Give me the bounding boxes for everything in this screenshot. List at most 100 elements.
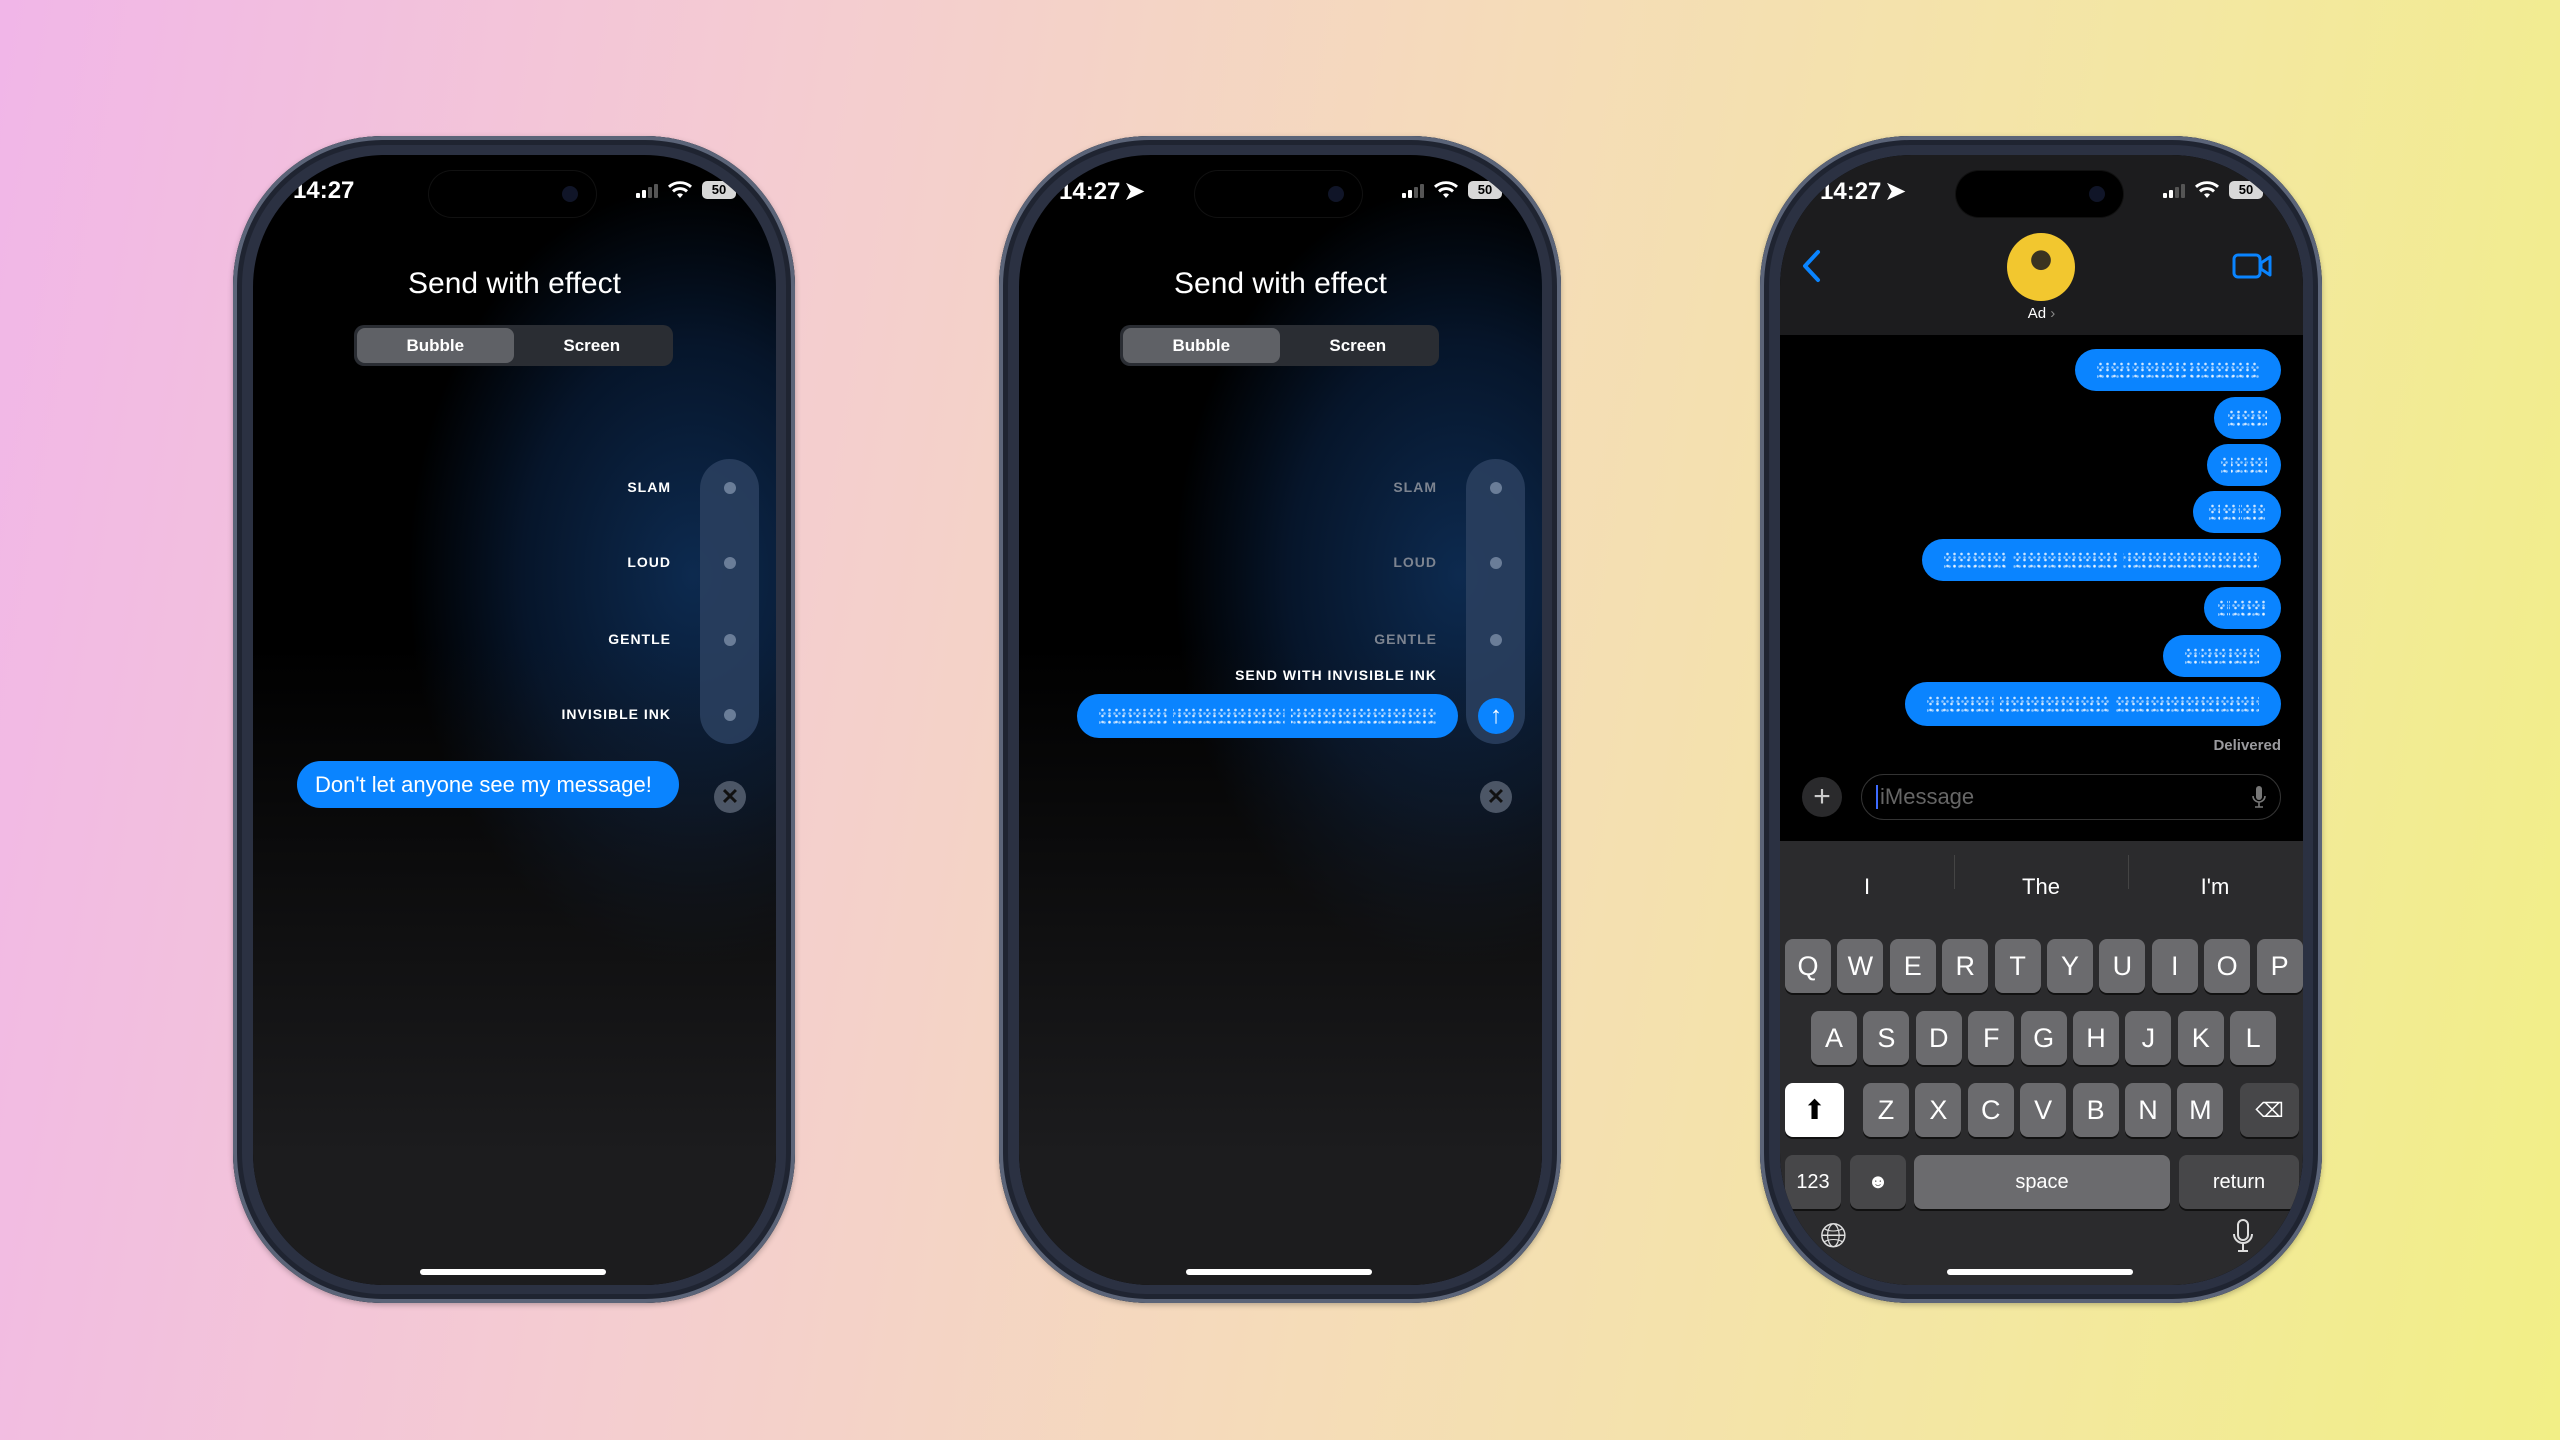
- shift-key[interactable]: ⬆: [1785, 1083, 1844, 1137]
- battery-icon: 50: [1468, 181, 1506, 199]
- message-bubble-ink[interactable]: [1922, 539, 2281, 581]
- close-button[interactable]: ✕: [714, 781, 746, 813]
- emoji-key[interactable]: ☻: [1850, 1155, 1906, 1209]
- space-key[interactable]: space: [1914, 1155, 2170, 1209]
- key-o[interactable]: O: [2204, 939, 2251, 993]
- return-key[interactable]: return: [2179, 1155, 2299, 1209]
- globe-icon[interactable]: 🌐︎: [1820, 1217, 1847, 1256]
- phone-invisible-ink-selected: 14:27 ➤ 50 Send with effect Bubble Screen…: [999, 136, 1561, 1303]
- contact-name[interactable]: Ad ›: [1780, 305, 2303, 322]
- key-a[interactable]: A: [1811, 1011, 1857, 1065]
- effect-dot-loud[interactable]: [724, 557, 736, 569]
- effect-slider-track[interactable]: [700, 459, 759, 744]
- dynamic-island: [1956, 171, 2123, 217]
- tab-bubble[interactable]: Bubble: [1123, 328, 1280, 363]
- close-button[interactable]: ✕: [1480, 781, 1512, 813]
- effect-type-segmented: Bubble Screen: [354, 325, 673, 366]
- contact-avatar[interactable]: [2007, 233, 2075, 301]
- key-h[interactable]: H: [2073, 1011, 2119, 1065]
- effect-dot-loud[interactable]: [1490, 557, 1502, 569]
- status-time: 14:27 ➤: [1059, 177, 1145, 206]
- add-attachment-button[interactable]: +: [1802, 777, 1842, 817]
- status-time-text: 14:27: [1059, 177, 1121, 205]
- suggestion-2[interactable]: The: [1954, 874, 2128, 900]
- suggestion-3[interactable]: I'm: [2128, 874, 2302, 900]
- key-l[interactable]: L: [2230, 1011, 2277, 1065]
- home-indicator[interactable]: [420, 1269, 606, 1275]
- effect-dot-gentle[interactable]: [724, 634, 736, 646]
- phone-effect-picker: 14:27 50 Send with effect Bubble Screen …: [233, 136, 795, 1303]
- effect-dot-invisible-ink[interactable]: [724, 709, 736, 721]
- message-bubble-ink[interactable]: [1905, 682, 2281, 726]
- message-bubble-ink[interactable]: [2204, 587, 2281, 629]
- page-title: Send with effect: [1174, 267, 1387, 300]
- home-indicator[interactable]: [1186, 1269, 1372, 1275]
- message-bubble-ink[interactable]: [2193, 491, 2281, 533]
- message-bubble-ink[interactable]: [2207, 444, 2281, 486]
- key-r[interactable]: R: [1942, 939, 1989, 993]
- effect-loud[interactable]: LOUD: [627, 554, 671, 570]
- suggestion-1[interactable]: I: [1780, 874, 1954, 900]
- effect-dot-gentle[interactable]: [1490, 634, 1502, 646]
- key-u[interactable]: U: [2099, 939, 2146, 993]
- key-g[interactable]: G: [2020, 1011, 2067, 1065]
- key-t[interactable]: T: [1994, 939, 2041, 993]
- phone-conversation: 14:27 ➤ 50 Ad › Delivered + iMessage I Th…: [1760, 136, 2322, 1303]
- key-v[interactable]: V: [2020, 1083, 2067, 1137]
- dynamic-island: [1195, 171, 1362, 217]
- effect-invisible-ink[interactable]: INVISIBLE INK: [562, 706, 671, 722]
- effect-gentle[interactable]: GENTLE: [1374, 631, 1437, 647]
- battery-icon: 50: [2229, 181, 2267, 199]
- status-icons: 50: [2163, 181, 2267, 199]
- message-bubble-ink[interactable]: [2214, 397, 2281, 439]
- signal-icon: [2163, 182, 2185, 198]
- key-d[interactable]: D: [1915, 1011, 1962, 1065]
- effect-gentle[interactable]: GENTLE: [608, 631, 671, 647]
- key-s[interactable]: S: [1863, 1011, 1910, 1065]
- key-n[interactable]: N: [2125, 1083, 2171, 1137]
- tab-screen[interactable]: Screen: [514, 328, 671, 363]
- tab-bubble[interactable]: Bubble: [357, 328, 514, 363]
- dictation-microphone-icon[interactable]: [2232, 1219, 2254, 1253]
- message-input-placeholder: iMessage: [1880, 784, 1975, 809]
- key-c[interactable]: C: [1967, 1083, 2014, 1137]
- key-w[interactable]: W: [1837, 939, 1884, 993]
- key-f[interactable]: F: [1968, 1011, 2015, 1065]
- numbers-key[interactable]: 123: [1785, 1155, 1841, 1209]
- key-p[interactable]: P: [2256, 939, 2303, 993]
- home-indicator[interactable]: [1947, 1269, 2133, 1275]
- effect-dot-slam[interactable]: [1490, 482, 1502, 494]
- message-bubble-ink[interactable]: [2075, 349, 2281, 391]
- key-i[interactable]: I: [2151, 939, 2198, 993]
- back-chevron-icon[interactable]: [1800, 249, 1824, 283]
- emoji-icon: ☻: [1867, 1170, 1889, 1193]
- battery-icon: 50: [702, 181, 740, 199]
- effect-slam[interactable]: SLAM: [627, 479, 671, 495]
- key-e[interactable]: E: [1889, 939, 1936, 993]
- delivered-status: Delivered: [2213, 737, 2281, 754]
- message-input[interactable]: iMessage: [1861, 774, 2281, 820]
- microphone-icon[interactable]: [2252, 785, 2266, 809]
- tab-screen[interactable]: Screen: [1280, 328, 1437, 363]
- key-b[interactable]: B: [2072, 1083, 2119, 1137]
- key-y[interactable]: Y: [2047, 939, 2093, 993]
- status-icons: 50: [636, 181, 740, 199]
- invisible-ink-bubble: [1077, 694, 1458, 738]
- signal-icon: [1402, 182, 1424, 198]
- key-j[interactable]: J: [2125, 1011, 2172, 1065]
- wifi-icon: [2195, 181, 2219, 198]
- send-button[interactable]: ↑: [1478, 698, 1514, 734]
- effect-slam[interactable]: SLAM: [1393, 479, 1437, 495]
- effect-loud[interactable]: LOUD: [1393, 554, 1437, 570]
- key-k[interactable]: K: [2177, 1011, 2224, 1065]
- contact-name-text: Ad: [2027, 305, 2047, 322]
- message-bubble-ink[interactable]: [2163, 635, 2281, 677]
- shift-arrow-icon: ⬆: [1803, 1094, 1826, 1125]
- video-call-icon[interactable]: [2232, 252, 2272, 280]
- key-q[interactable]: Q: [1785, 939, 1831, 993]
- delete-key[interactable]: ⌫: [2240, 1083, 2299, 1137]
- effect-dot-slam[interactable]: [724, 482, 736, 494]
- key-z[interactable]: Z: [1863, 1083, 1909, 1137]
- key-x[interactable]: X: [1915, 1083, 1962, 1137]
- key-m[interactable]: M: [2177, 1083, 2224, 1137]
